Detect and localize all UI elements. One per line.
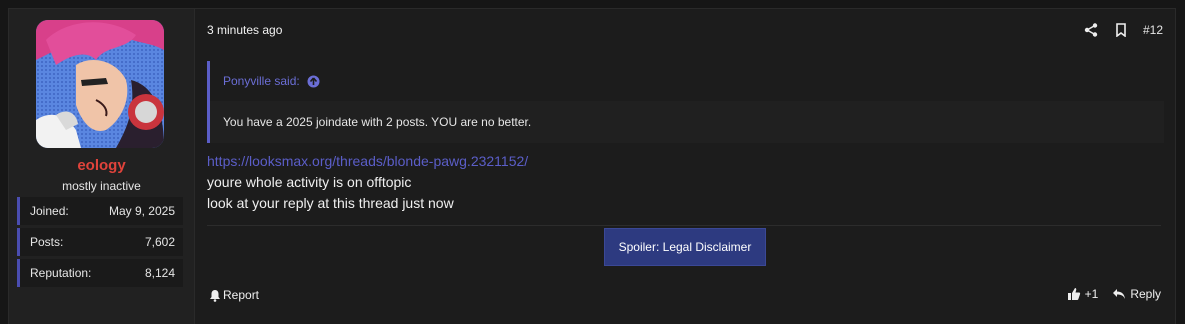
reply-icon — [1113, 289, 1126, 299]
stat-reputation: Reputation: 8,124 — [17, 259, 183, 287]
report-label: Report — [223, 288, 260, 302]
divider — [207, 225, 1161, 226]
stat-value: 7,602 — [144, 235, 175, 249]
bell-icon — [210, 289, 220, 302]
quote-author[interactable]: Ponyville said: — [223, 74, 320, 88]
post-message: https://looksmax.org/threads/blonde-pawg… — [207, 151, 528, 214]
spoiler-button[interactable]: Spoiler: Legal Disclaimer — [604, 228, 766, 266]
post-content: 3 minutes ago #12 Ponyville said: You ha… — [194, 9, 1175, 324]
quote-author-label: Ponyville said: — [223, 74, 300, 88]
message-line: youre whole activity is on offtopic — [207, 174, 412, 190]
post-actions: #12 — [1069, 21, 1163, 39]
like-count: +1 — [1084, 287, 1099, 301]
post-timestamp[interactable]: 3 minutes ago — [207, 23, 282, 37]
like-button[interactable]: +1 — [1067, 287, 1099, 301]
arrow-up-circle-icon[interactable] — [307, 75, 320, 88]
username[interactable]: eology — [9, 157, 194, 174]
stat-posts: Posts: 7,602 — [17, 228, 183, 256]
reply-button[interactable]: Reply — [1112, 287, 1161, 301]
quote-text: You have a 2025 joindate with 2 posts. Y… — [223, 115, 532, 129]
avatar-image — [36, 20, 164, 148]
reply-label: Reply — [1130, 287, 1161, 301]
user-avatar[interactable] — [36, 20, 164, 148]
thread-link[interactable]: https://looksmax.org/threads/blonde-pawg… — [207, 151, 528, 172]
user-sidebar: eology mostly inactive Joined: May 9, 20… — [9, 9, 195, 324]
report-button[interactable]: Report — [209, 288, 259, 302]
bookmark-icon[interactable] — [1113, 22, 1129, 38]
user-title: mostly inactive — [62, 179, 141, 193]
stat-label: Joined: — [30, 204, 69, 218]
stat-value: 8,124 — [144, 266, 175, 280]
post-container: eology mostly inactive Joined: May 9, 20… — [8, 8, 1176, 324]
stat-label: Posts: — [30, 235, 64, 249]
stat-value: May 9, 2025 — [108, 204, 175, 218]
stat-joined: Joined: May 9, 2025 — [17, 197, 183, 225]
stat-label: Reputation: — [30, 266, 92, 280]
post-number[interactable]: #12 — [1143, 23, 1163, 37]
quote-header: Ponyville said: — [210, 61, 1164, 101]
thumbs-up-icon — [1067, 288, 1080, 300]
post-footer-actions: +1 Reply — [1067, 287, 1161, 301]
message-line: look at your reply at this thread just n… — [207, 195, 454, 211]
quote-block: Ponyville said: You have a 2025 joindate… — [207, 61, 1164, 143]
share-icon[interactable] — [1083, 22, 1099, 38]
